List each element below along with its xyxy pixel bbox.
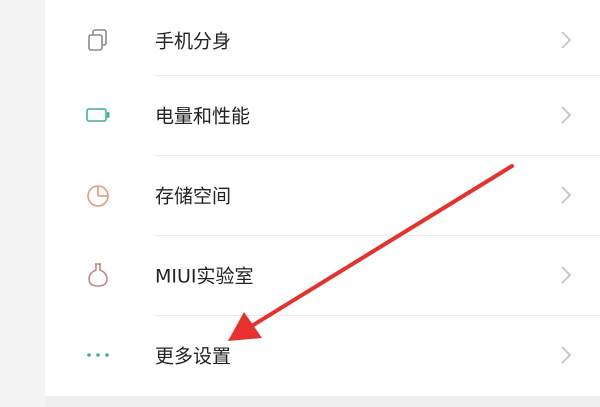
settings-item-miui-lab[interactable]: MIUI实验室: [45, 235, 600, 315]
bottom-separator: [45, 396, 600, 407]
more-dots-icon: [87, 353, 109, 357]
settings-item-label: 电量和性能: [155, 105, 251, 128]
chevron-right-icon: [561, 106, 572, 124]
chevron-right-icon: [561, 266, 572, 284]
chevron-right-icon: [561, 31, 572, 49]
settings-item-more-settings[interactable]: 更多设置: [45, 315, 600, 395]
flask-icon: [88, 263, 108, 287]
pie-chart-icon: [87, 185, 109, 207]
chevron-right-icon: [561, 346, 572, 364]
dual-apps-icon: [88, 29, 107, 51]
settings-item-battery[interactable]: 电量和性能: [45, 75, 600, 155]
settings-list: 手机分身 电量和性能 存储空间 MIUI实验室 更多设置: [45, 0, 600, 396]
settings-item-label: 手机分身: [155, 30, 232, 53]
chevron-right-icon: [561, 186, 572, 204]
settings-item-label: MIUI实验室: [155, 265, 254, 288]
settings-item-storage[interactable]: 存储空间: [45, 155, 600, 235]
settings-item-label: 存储空间: [155, 185, 232, 208]
battery-icon: [86, 108, 110, 122]
settings-item-dual-apps[interactable]: 手机分身: [45, 0, 600, 80]
settings-item-label: 更多设置: [155, 345, 232, 368]
